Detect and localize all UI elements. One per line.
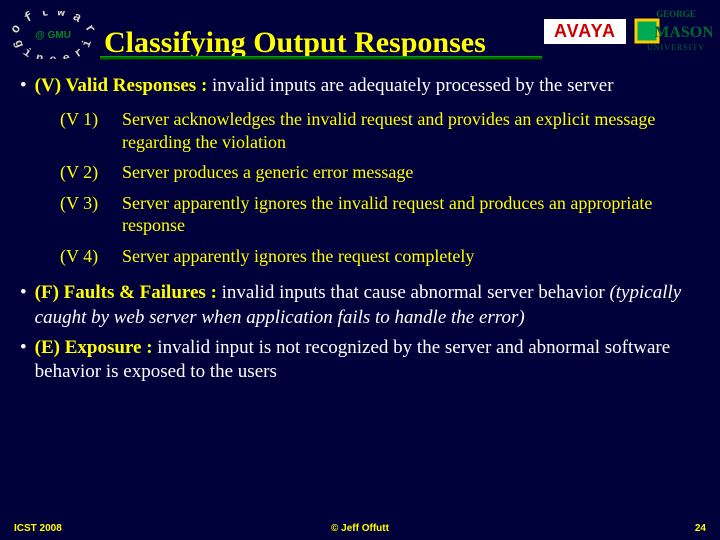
footer-copyright: © Jeff Offutt <box>331 523 389 534</box>
footer-left: ICST 2008 <box>14 523 62 534</box>
bullet-valid: • (V) Valid Responses : invalid inputs a… <box>20 74 702 98</box>
header-right-logos: AVAYA GEORGE MASON UNIVERSITY <box>544 6 712 56</box>
slide-title: Classifying Output Responses <box>104 27 544 61</box>
gmu-name: MASON <box>654 24 712 41</box>
slide-number: 24 <box>695 523 706 534</box>
bullet-exposure-text: (E) Exposure : invalid input is not reco… <box>35 336 702 385</box>
valid-subtable: (V 1)Server acknowledges the invalid req… <box>54 104 702 271</box>
gmu-top-text: GEORGE <box>656 9 696 19</box>
bullet-dot-icon: • <box>20 281 27 330</box>
slide-footer: ICST 2008 © Jeff Offutt 24 <box>0 523 720 534</box>
bullet-exposure: • (E) Exposure : invalid input is not re… <box>20 336 702 385</box>
bullet-dot-icon: • <box>20 336 27 385</box>
bullet-faults: • (F) Faults & Failures : invalid inputs… <box>20 281 702 330</box>
slide-header: S o f t w a r e E n g i n e e r i n g @ … <box>0 0 720 60</box>
gmu-logo: GEORGE MASON UNIVERSITY <box>632 6 712 56</box>
table-row: (V 1)Server acknowledges the invalid req… <box>54 104 702 157</box>
table-row: (V 2)Server produces a generic error mes… <box>54 157 702 188</box>
slide-content: • (V) Valid Responses : invalid inputs a… <box>0 60 720 385</box>
table-row: (V 3)Server apparently ignores the inval… <box>54 188 702 241</box>
avaya-logo: AVAYA <box>544 19 626 44</box>
table-row: (V 4)Server apparently ignores the reque… <box>54 241 702 272</box>
bullet-valid-text: (V) Valid Responses : invalid inputs are… <box>35 74 614 98</box>
bullet-dot-icon: • <box>20 74 27 98</box>
svg-text:@ GMU: @ GMU <box>35 30 71 41</box>
gmu-bottom-text: UNIVERSITY <box>647 43 705 52</box>
bullet-faults-text: (F) Faults & Failures : invalid inputs t… <box>35 281 702 330</box>
software-engineering-gmu-logo: S o f t w a r e E n g i n e e r i n g @ … <box>8 10 98 60</box>
title-underline <box>100 56 542 60</box>
